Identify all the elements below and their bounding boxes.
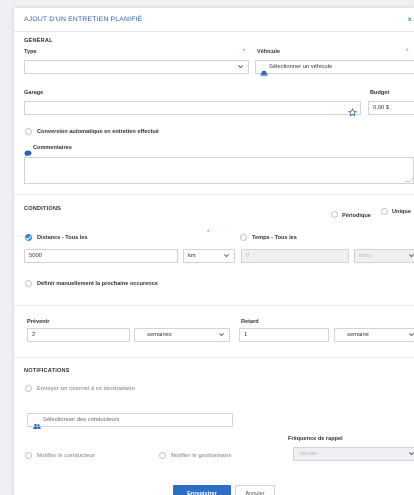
delay-unit-value: semaine	[347, 332, 369, 338]
delay-label: Retard	[241, 319, 259, 325]
chevron-down-icon	[218, 331, 225, 338]
time-unit-value: mois	[359, 253, 372, 259]
unique-label: Unique	[392, 209, 411, 215]
chevron-down-icon	[237, 63, 244, 70]
chevron-down-icon	[408, 450, 414, 457]
delay-unit-select[interactable]: semaine	[334, 328, 414, 342]
send-email-radio[interactable]	[25, 385, 32, 392]
vehicle-required-mark: *	[406, 49, 409, 55]
time-value: 0	[246, 253, 250, 259]
vehicle-label: Véhicule	[257, 49, 281, 55]
distance-unit-value: km	[188, 253, 196, 259]
frequency-label: Fréquence de rappel	[288, 436, 343, 442]
budget-label: Budget	[370, 90, 390, 96]
distance-radio[interactable]	[25, 234, 32, 241]
type-required-mark: *	[243, 49, 246, 55]
conversion-radio[interactable]	[25, 128, 32, 135]
resize-handle[interactable]	[404, 177, 414, 182]
periodic-radio[interactable]	[331, 211, 338, 218]
comments-label: Commentaires	[33, 145, 72, 151]
garage-label: Garage	[24, 90, 44, 96]
vehicle-placeholder: Sélectionner un véhicule	[269, 64, 333, 70]
frequency-select[interactable]: Jamais	[293, 447, 414, 461]
define-manually-radio[interactable]	[25, 280, 32, 287]
conversion-label: Conversion automatique en entretien effe…	[37, 129, 159, 135]
garage-input[interactable]	[24, 101, 361, 117]
type-select[interactable]	[24, 60, 249, 74]
divider	[14, 357, 414, 358]
notify-manager-radio[interactable]	[159, 452, 166, 459]
notify-driver-radio[interactable]	[25, 452, 32, 459]
users-icon	[33, 417, 41, 435]
warn-unit-select[interactable]: semaines	[134, 328, 230, 342]
save-button[interactable]: Enregistrer	[173, 485, 231, 495]
modal-title: AJOUT D'UN ENTRETIEN PLANIFIÉ	[24, 16, 143, 23]
distance-required-mark: *	[207, 230, 210, 236]
warn-label: Prévenir	[27, 319, 50, 325]
chevron-down-icon	[408, 252, 414, 259]
vehicle-select[interactable]: Sélectionner un véhicule	[255, 60, 414, 77]
section-title-conditions: CONDITIONS	[24, 206, 62, 212]
send-email-label: Envoyer un courriel à ce destinataire	[37, 386, 135, 392]
distance-label: Distance - Tous les	[37, 235, 88, 241]
scheduled-maintenance-modal: AJOUT D'UN ENTRETIEN PLANIFIÉ × GÉNÉRAL …	[14, 8, 414, 495]
warn-unit-value: semaines	[147, 332, 172, 338]
distance-unit-select[interactable]: km	[183, 249, 235, 263]
frequency-value: Jamais	[299, 451, 318, 457]
drivers-select[interactable]: Sélectionner des conducteurs	[27, 413, 233, 429]
distance-value: 5000	[29, 253, 42, 259]
time-label: Temps - Tous les	[252, 235, 297, 241]
chevron-down-icon	[223, 252, 230, 259]
notify-manager-label: Notifier le gestionnaire	[171, 453, 232, 459]
chevron-down-icon	[408, 331, 414, 338]
time-unit-select[interactable]: mois	[354, 249, 414, 263]
warn-value: 2	[32, 332, 36, 338]
delay-input[interactable]: 1	[239, 328, 329, 342]
divider	[14, 194, 414, 195]
budget-value: 0,00 $	[373, 105, 390, 111]
define-manually-label: Définir manuellement la prochaine occure…	[37, 281, 158, 287]
star-icon[interactable]	[348, 104, 357, 122]
warn-input[interactable]: 2	[27, 328, 130, 342]
divider	[14, 305, 414, 306]
type-label: Type	[24, 49, 37, 55]
delay-value: 1	[244, 332, 248, 338]
unique-radio[interactable]	[381, 208, 388, 215]
time-radio[interactable]	[240, 234, 247, 241]
car-icon	[260, 64, 268, 82]
section-title-general: GÉNÉRAL	[24, 38, 53, 44]
comments-textarea[interactable]	[24, 157, 414, 184]
budget-input[interactable]: 0,00 $	[368, 101, 414, 115]
drivers-placeholder: Sélectionner des conducteurs	[43, 417, 120, 423]
section-title-notifications: NOTIFICATIONS	[24, 368, 70, 374]
close-icon[interactable]: ×	[407, 15, 412, 24]
time-input[interactable]: 0	[241, 249, 349, 263]
notify-driver-label: Notifier le conducteur	[37, 453, 95, 459]
modal-header: AJOUT D'UN ENTRETIEN PLANIFIÉ ×	[14, 8, 414, 32]
periodic-label: Périodique	[342, 213, 371, 219]
distance-input[interactable]: 5000	[24, 249, 178, 263]
cancel-button[interactable]: Annuler	[235, 485, 275, 495]
